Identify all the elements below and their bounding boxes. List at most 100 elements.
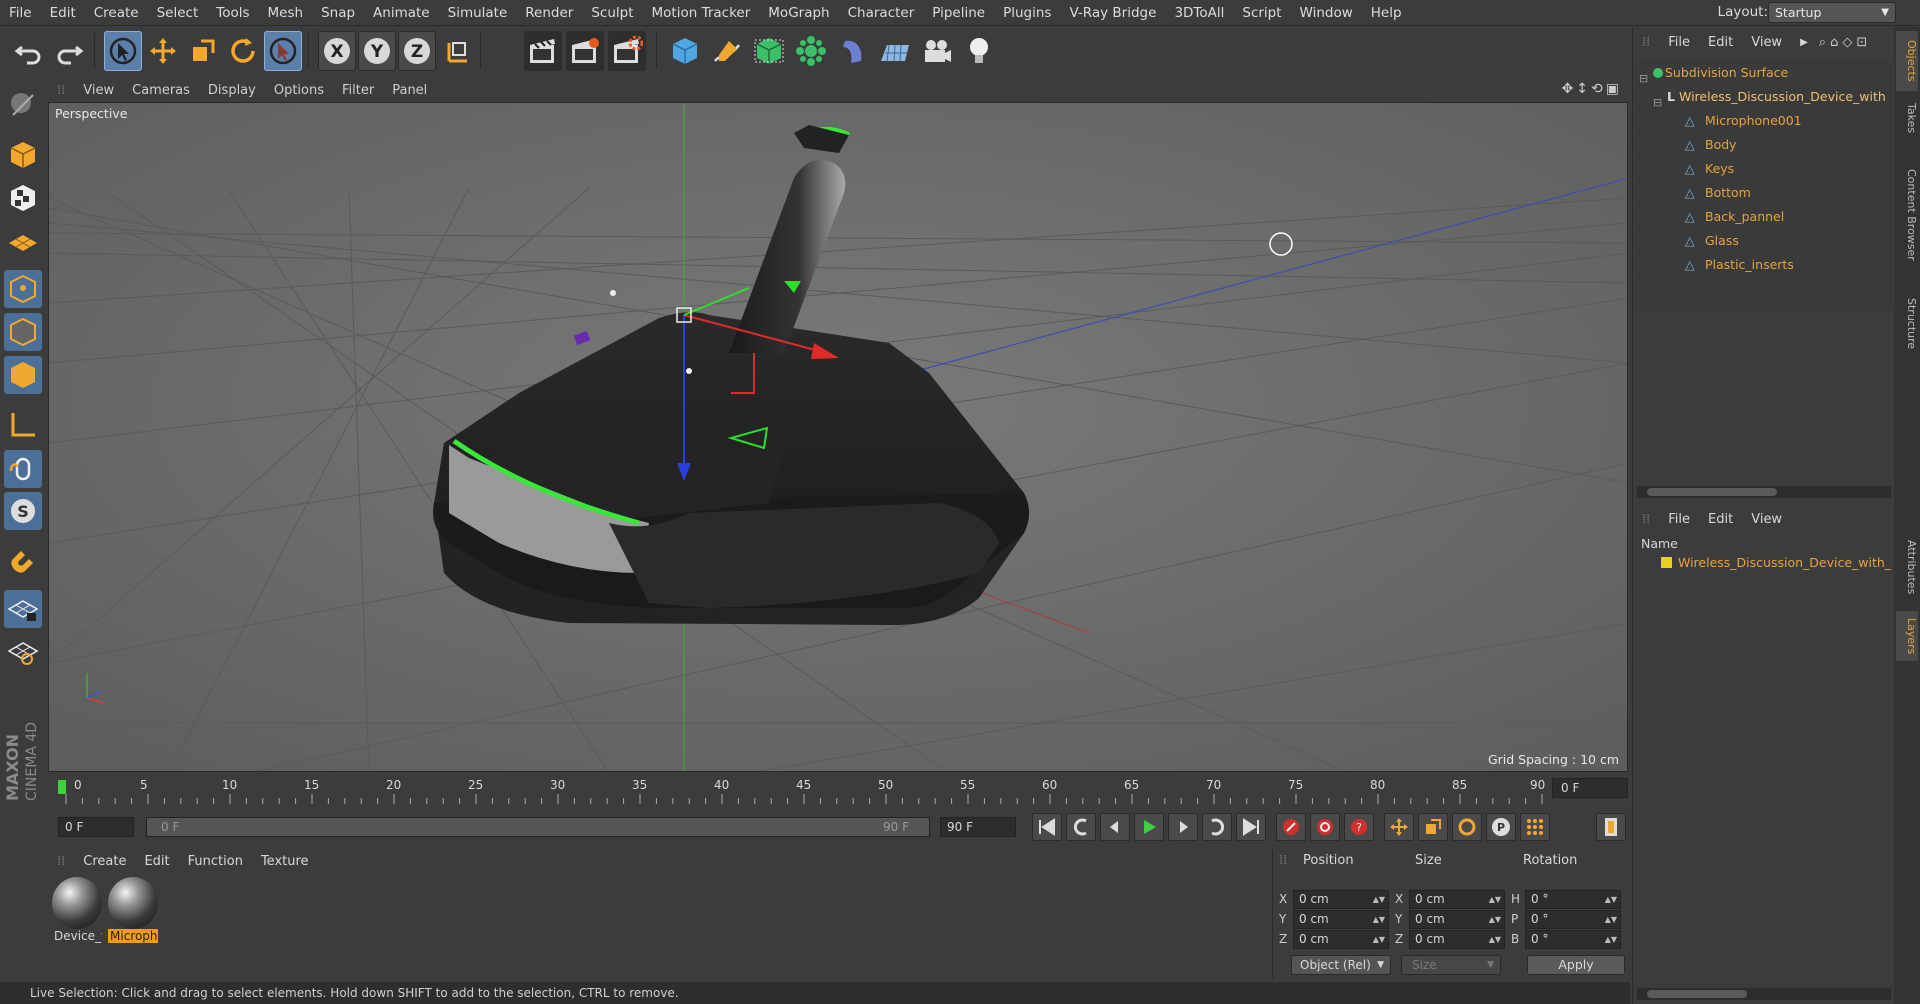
perspective-viewport[interactable]: Perspective Grid Spacing : 10 cm [48, 102, 1628, 772]
tree-item-keys[interactable]: △ Keys [1635, 157, 1893, 181]
tab-attributes[interactable]: Attributes [1896, 527, 1918, 607]
pos-x-field[interactable]: 0 cm ▲▼ [1293, 890, 1389, 909]
menu-character[interactable]: Character [839, 0, 924, 26]
apply-button[interactable]: Apply [1527, 955, 1625, 975]
layer-color-swatch[interactable] [1661, 557, 1672, 568]
model-mode-button[interactable] [4, 136, 42, 174]
menu-simulate[interactable]: Simulate [439, 0, 517, 26]
last-tool-button[interactable] [264, 31, 302, 71]
pos-z-field[interactable]: 0 cm ▲▼ [1293, 930, 1389, 949]
redo-button[interactable] [50, 31, 88, 71]
tab-layers[interactable]: Layers [1896, 611, 1918, 661]
menu-snap[interactable]: Snap [312, 0, 364, 26]
key-pla-button[interactable] [1520, 813, 1550, 841]
start-frame-field[interactable]: 0 F [58, 817, 134, 837]
keyframe-selection-button[interactable]: ? [1344, 813, 1374, 841]
tab-takes[interactable]: Takes [1896, 95, 1918, 141]
axis-mode-button[interactable] [4, 406, 42, 444]
polygons-mode-button[interactable] [4, 356, 42, 394]
go-to-start-button[interactable] [1032, 813, 1062, 841]
menu-plugins[interactable]: Plugins [994, 0, 1060, 26]
size-x-field[interactable]: 0 cm ▲▼ [1409, 890, 1505, 909]
cloner-button[interactable] [792, 31, 830, 71]
scrollbar-thumb[interactable] [1647, 488, 1777, 496]
deformer-button[interactable] [834, 31, 872, 71]
material-swatch[interactable]: Device_v [52, 877, 102, 949]
home-icon[interactable]: ⌂ [1828, 35, 1840, 50]
objects-menu-edit[interactable]: Edit [1699, 35, 1742, 50]
camera-button[interactable] [918, 31, 956, 71]
frame-range-slider[interactable]: 0 F 90 F [146, 817, 930, 837]
undo-button[interactable] [10, 31, 48, 71]
move-button[interactable] [144, 31, 182, 71]
workplane-button[interactable] [4, 222, 42, 260]
y-axis-lock-button[interactable]: Y [358, 31, 396, 71]
drag-handle-icon[interactable]: ⁞⁞ [1633, 35, 1659, 50]
texture-mode-button[interactable] [4, 179, 42, 217]
rot-h-field[interactable]: 0 ° ▲▼ [1525, 890, 1621, 909]
render-view-button[interactable] [524, 31, 562, 71]
tree-item-body[interactable]: △ Body [1635, 133, 1893, 157]
drag-handle-icon[interactable]: ⁞⁞ [1279, 853, 1287, 868]
layer-row[interactable]: Wireless_Discussion_Device_with_ [1641, 555, 1895, 570]
menu-script[interactable]: Script [1233, 0, 1290, 26]
menu-mograph[interactable]: MoGraph [759, 0, 838, 26]
drag-handle-icon[interactable]: ⁞⁞ [1633, 512, 1659, 527]
tree-item-plastic-inserts[interactable]: △ Plastic_inserts [1635, 253, 1893, 277]
pen-button[interactable] [708, 31, 746, 71]
3d-scene[interactable] [49, 103, 1628, 772]
live-selection-button[interactable] [104, 31, 142, 71]
layers-menu-file[interactable]: File [1659, 512, 1699, 527]
rotate-button[interactable] [224, 31, 262, 71]
viewport-menu-filter[interactable]: Filter [333, 83, 383, 98]
coordinate-mode-dropdown[interactable]: Object (Rel) ▼ [1291, 955, 1391, 975]
objects-menu-file[interactable]: File [1659, 35, 1699, 50]
rot-b-field[interactable]: 0 ° ▲▼ [1525, 930, 1621, 949]
pos-y-field[interactable]: 0 cm ▲▼ [1293, 910, 1389, 929]
rot-p-field[interactable]: 0 ° ▲▼ [1525, 910, 1621, 929]
menu-pipeline[interactable]: Pipeline [923, 0, 994, 26]
size-mode-dropdown[interactable]: Size ▼ [1401, 955, 1501, 975]
tree-item-microphone[interactable]: △ Microphone001 [1635, 109, 1893, 133]
tab-content-browser[interactable]: Content Browser [1896, 145, 1918, 285]
tab-objects[interactable]: Objects [1896, 31, 1918, 91]
tree-item-subdivision-surface[interactable]: ⊟ Subdivision Surface [1635, 61, 1893, 85]
cube-button[interactable] [666, 31, 704, 71]
viewport-menu-view[interactable]: View [74, 83, 123, 98]
material-swatch-selected[interactable]: Microph [108, 877, 158, 949]
more-arrow-icon[interactable]: ▶ [1791, 37, 1817, 48]
tree-item-bottom[interactable]: △ Bottom [1635, 181, 1893, 205]
collapse-icon[interactable]: ⊟ [1639, 67, 1648, 84]
timeline-ruler[interactable]: 0 5 10 15 20 25 30 35 40 45 50 55 60 65 … [48, 774, 1628, 808]
layout-dropdown[interactable]: Startup ▼ [1768, 2, 1896, 23]
viewport-nav-icons[interactable]: ✥↕⟲▣ [1562, 81, 1622, 97]
menu-tools[interactable]: Tools [207, 0, 258, 26]
viewport-menu-options[interactable]: Options [265, 83, 333, 98]
viewport-menu-display[interactable]: Display [199, 83, 265, 98]
drag-handle-icon[interactable]: ⁞⁞ [48, 83, 74, 98]
objects-horizontal-scrollbar[interactable] [1637, 486, 1891, 498]
next-key-button[interactable] [1202, 813, 1232, 841]
end-frame-field[interactable]: 90 F [940, 817, 1016, 837]
material-menu-texture[interactable]: Texture [252, 854, 318, 869]
menu-3dtoall[interactable]: 3DToAll [1165, 0, 1233, 26]
solo-button[interactable]: S [4, 492, 42, 530]
tweak-mode-button[interactable] [4, 450, 42, 488]
menu-help[interactable]: Help [1362, 0, 1411, 26]
material-menu-create[interactable]: Create [74, 854, 135, 869]
new-window-icon[interactable]: ⊡ [1854, 35, 1869, 50]
key-parameter-button[interactable]: P [1486, 813, 1516, 841]
menu-select[interactable]: Select [148, 0, 208, 26]
tree-item-wireless-discussion-device[interactable]: ⊟ L Wireless_Discussion_Device_with [1635, 85, 1893, 109]
floor-button[interactable] [876, 31, 914, 71]
z-axis-lock-button[interactable]: Z [398, 31, 436, 71]
menu-create[interactable]: Create [85, 0, 148, 26]
key-rotation-button[interactable] [1452, 813, 1482, 841]
layers-horizontal-scrollbar[interactable] [1637, 988, 1891, 1000]
viewport-menu-panel[interactable]: Panel [383, 83, 436, 98]
menu-file[interactable]: File [0, 0, 41, 26]
menu-animate[interactable]: Animate [364, 0, 439, 26]
previous-frame-button[interactable] [1100, 813, 1130, 841]
menu-motion-tracker[interactable]: Motion Tracker [643, 0, 760, 26]
objects-menu-view[interactable]: View [1742, 35, 1791, 50]
